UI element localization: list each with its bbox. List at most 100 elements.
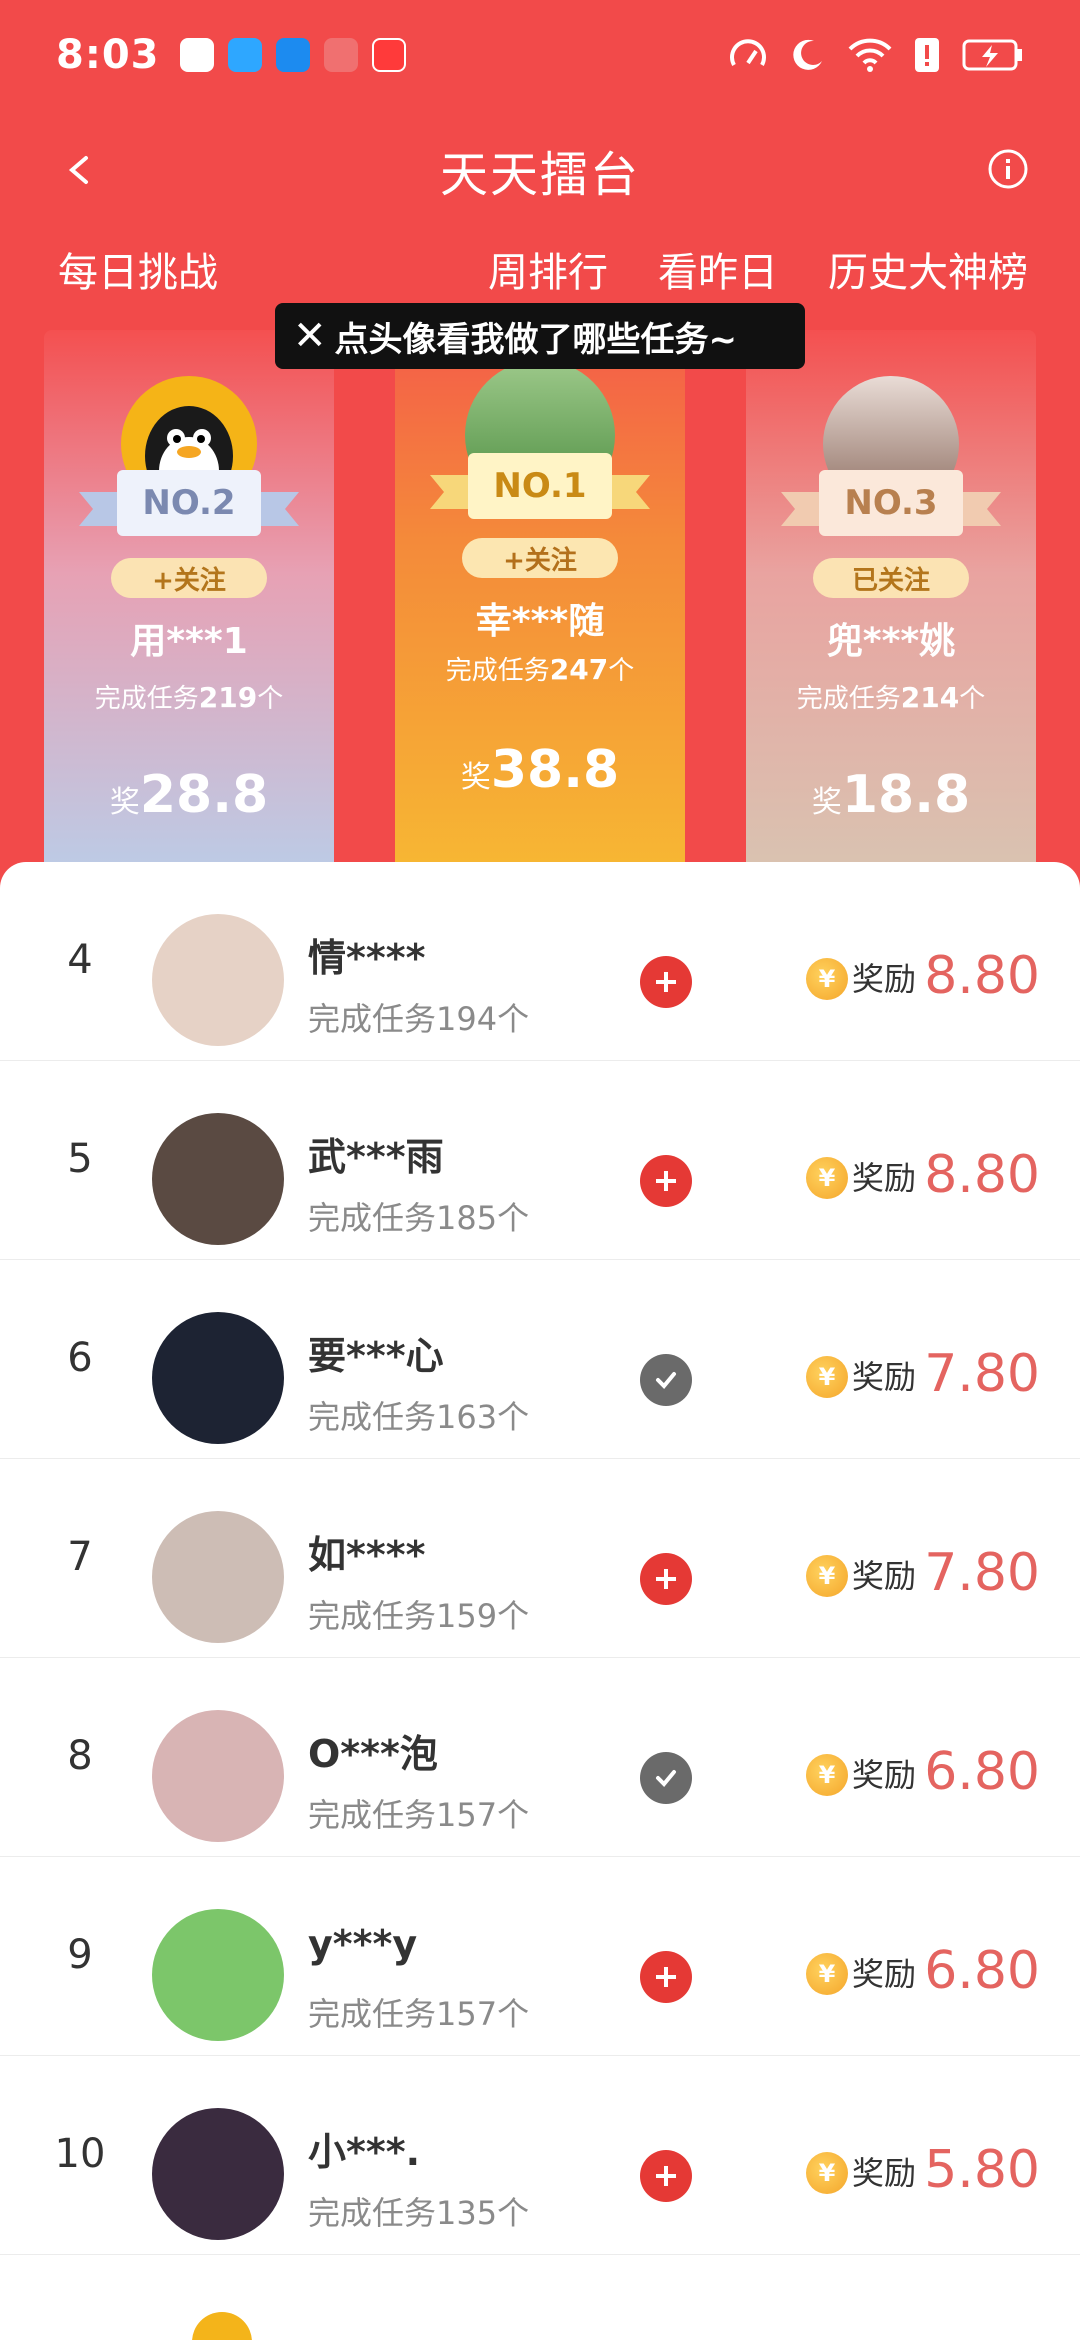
- tab-yesterday[interactable]: 看昨日: [658, 240, 778, 298]
- coin-icon: ¥: [806, 1555, 848, 1597]
- page-title: 天天擂台: [439, 147, 640, 203]
- table-row[interactable]: 6 要***心完成任务163个 ¥ 奖励 7.80: [0, 1260, 1080, 1459]
- task-count: 完成任务163个: [308, 1398, 530, 1436]
- follow-button[interactable]: +关注: [462, 538, 618, 578]
- followed-check-icon[interactable]: [640, 1354, 692, 1406]
- reward-amount: 6.80: [924, 1742, 1040, 1802]
- avatar[interactable]: [192, 2312, 252, 2340]
- alert-icon: [915, 38, 939, 72]
- moon-icon: [793, 39, 822, 70]
- user-name: 小***.: [308, 2130, 421, 2174]
- follow-plus-icon[interactable]: [640, 1155, 692, 1207]
- rank-ribbon: NO.1: [430, 453, 650, 519]
- avatar[interactable]: [152, 914, 284, 1046]
- follow-plus-icon[interactable]: [640, 1553, 692, 1605]
- podium-rank-3: NO.3 已关注 兜***姚 完成任务214个 奖18.8: [746, 330, 1036, 870]
- back-arrow-icon[interactable]: [50, 140, 110, 200]
- nav-icon: [275, 38, 310, 72]
- coin-icon: ¥: [806, 1953, 848, 1995]
- reward: 奖38.8: [460, 740, 620, 800]
- reward-amount: 7.80: [924, 1344, 1040, 1404]
- task-count: 完成任务185个: [308, 1199, 530, 1237]
- task-count: 完成任务157个: [308, 1796, 530, 1834]
- reward-label: 奖励: [852, 1159, 917, 1197]
- rank-number: 6: [67, 1335, 93, 1381]
- rank-label: NO.1: [468, 453, 612, 519]
- reward-amount: 5.80: [924, 2140, 1040, 2200]
- coin-icon: ¥: [806, 1157, 848, 1199]
- reward-amount: 8.80: [924, 946, 1040, 1006]
- avatar[interactable]: [152, 1113, 284, 1245]
- user-name: y***y: [308, 1922, 418, 1966]
- rank-number: 5: [67, 1136, 93, 1182]
- battery-icon: [962, 39, 1022, 71]
- user-name: 幸***随: [475, 601, 605, 642]
- tooltip-text: 点头像看我做了哪些任务~: [334, 319, 738, 360]
- table-row[interactable]: 4 情**** 完成任务194个 ¥ 奖励 8.80: [0, 862, 1080, 1061]
- user-name: 情****: [308, 936, 426, 980]
- reward-label: 奖励: [852, 2154, 917, 2192]
- close-icon[interactable]: ✕: [293, 313, 327, 359]
- table-row[interactable]: 9 y***y 完成任务157个 ¥ 奖励 6.80: [0, 1857, 1080, 2056]
- followed-check-icon[interactable]: [640, 1752, 692, 1804]
- reward-amount: 6.80: [924, 1941, 1040, 2001]
- rank-ribbon: NO.3: [781, 470, 1001, 536]
- wifi-icon: [848, 38, 892, 72]
- user-name: 武***雨: [308, 1135, 444, 1179]
- avatar[interactable]: [152, 1312, 284, 1444]
- book-icon: [323, 38, 358, 72]
- reward-amount: 7.80: [924, 1543, 1040, 1603]
- podium-rank-1: NO.1 +关注 幸***随 完成任务247个 奖38.8: [395, 320, 685, 870]
- reward-label: 奖励: [852, 1557, 917, 1595]
- info-icon[interactable]: [986, 147, 1030, 191]
- tab-bar: 每日挑战 周排行 看昨日 历史大神榜: [0, 240, 1080, 300]
- table-row[interactable]: 8 O***泡 完成任务157个 ¥ 奖励 6.80: [0, 1658, 1080, 1857]
- podium-rank-2: NO.2 +关注 用***1 完成任务219个 奖28.8: [44, 330, 334, 870]
- reward-label: 奖励: [852, 960, 917, 998]
- reward-amount: 8.80: [924, 1145, 1040, 1205]
- tab-history-board[interactable]: 历史大神榜: [828, 240, 1028, 298]
- message-icon: [227, 38, 262, 72]
- follow-plus-icon[interactable]: [640, 1951, 692, 2003]
- user-name: 兜***姚: [826, 621, 956, 662]
- task-count: 完成任务219个: [94, 681, 284, 714]
- tab-daily-challenge[interactable]: 每日挑战: [58, 240, 218, 298]
- table-row[interactable]: 7 如**** 完成任务159个 ¥ 奖励 7.80: [0, 1459, 1080, 1658]
- rank-label: NO.2: [117, 470, 261, 536]
- task-count: 完成任务247个: [445, 653, 635, 686]
- rank-number: 4: [67, 937, 93, 983]
- tab-weekly-rank[interactable]: 周排行: [488, 240, 608, 298]
- task-count: 完成任务214个: [796, 681, 986, 714]
- follow-plus-icon[interactable]: [640, 2150, 692, 2202]
- rank-number: 9: [67, 1932, 93, 1978]
- avatar[interactable]: [152, 2108, 284, 2240]
- status-time: 8:03: [56, 32, 160, 78]
- coin-icon: ¥: [806, 1356, 848, 1398]
- notification-icons: [179, 38, 406, 72]
- coin-icon: ¥: [806, 1754, 848, 1796]
- coin-icon: ¥: [806, 958, 848, 1000]
- follow-plus-icon[interactable]: [640, 956, 692, 1008]
- ranking-list: 4 情**** 完成任务194个 ¥ 奖励 8.80 5 武***雨 完成任务185个 ¥ 奖励 8.…: [0, 862, 1080, 2340]
- avatar[interactable]: [152, 1710, 284, 1842]
- avatar-hint-tooltip: ✕ 点头像看我做了哪些任务~: [275, 303, 805, 369]
- table-row[interactable]: 5 武***雨完成任务185个 ¥ 奖励 8.80: [0, 1061, 1080, 1260]
- task-count: 完成任务159个: [308, 1597, 530, 1635]
- followed-button[interactable]: 已关注: [813, 558, 969, 598]
- follow-button[interactable]: +关注: [111, 558, 267, 598]
- reward-label: 奖励: [852, 1358, 917, 1396]
- user-name: 如****: [308, 1533, 426, 1577]
- reward-label: 奖励: [852, 1955, 917, 1993]
- task-count: 完成任务157个: [308, 1995, 530, 2033]
- user-name: 用***1: [130, 621, 248, 662]
- task-count: 完成任务194个: [308, 1000, 530, 1038]
- avatar[interactable]: [152, 1511, 284, 1643]
- user-name: 要***心: [308, 1334, 444, 1378]
- system-icons: [728, 35, 1024, 75]
- app-icon: [371, 38, 406, 72]
- rank-number: 8: [67, 1733, 93, 1779]
- table-row[interactable]: 10 小***. 完成任务135个 ¥ 奖励 5.80: [0, 2056, 1080, 2255]
- rank-label: NO.3: [819, 470, 963, 536]
- qq-icon: [179, 38, 214, 72]
- avatar[interactable]: [152, 1909, 284, 2041]
